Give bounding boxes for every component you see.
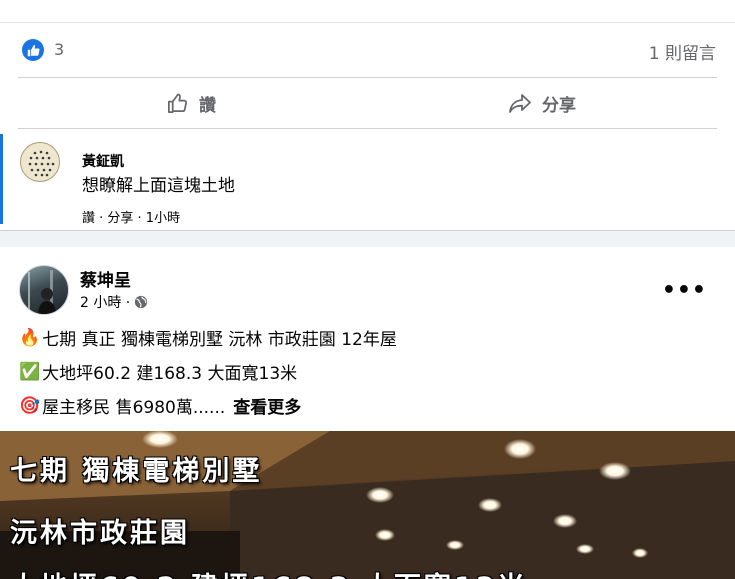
post-text-line: ✅ 大地坪60.2 建168.3 大面寬13米 xyxy=(19,359,298,385)
check-icon: ✅ xyxy=(19,361,41,382)
photo-overlay-text: 大地坪60.2 建坪168.3 大面寬13米 xyxy=(10,565,527,579)
comment-highlight-bar xyxy=(0,134,3,224)
see-more-link[interactable]: 查看更多 xyxy=(233,393,301,418)
share-icon xyxy=(509,94,531,113)
target-icon: 🎯 xyxy=(19,395,41,416)
poster-name[interactable]: 蔡坤呈 xyxy=(80,266,131,291)
post-text-line: 🎯 屋主移民 售6980萬...... 查看更多 xyxy=(19,393,301,419)
photo-overlay-text: 七期 獨棟電梯別墅 xyxy=(10,456,263,487)
divider xyxy=(18,77,717,78)
post-time-text: 2 小時 · xyxy=(80,295,131,311)
fire-icon: 🔥 xyxy=(19,327,41,348)
post-text-line: 🔥 七期 真正 獨棟電梯別墅 沅林 市政莊園 12年屋 xyxy=(19,325,397,351)
post-timestamp[interactable]: 2 小時 · xyxy=(80,292,148,312)
divider xyxy=(18,128,717,129)
share-button[interactable]: 分享 xyxy=(508,88,576,118)
globe-icon xyxy=(135,295,148,309)
thumbs-up-icon xyxy=(168,93,188,113)
photo-overlay-text: 沅林市政莊園 xyxy=(10,518,190,549)
post-line-text: 大地坪60.2 建168.3 大面寬13米 xyxy=(42,364,298,384)
like-button-label: 讚 xyxy=(199,95,216,116)
comment-count-link[interactable]: 1 則留言 xyxy=(649,39,716,64)
post-photo[interactable]: 七期 獨棟電梯別墅 沅林市政莊園 大地坪60.2 建坪168.3 大面寬13米 xyxy=(0,431,735,579)
more-options-button[interactable]: ••• xyxy=(662,278,707,303)
top-divider xyxy=(0,22,735,23)
post-card-1: 3 1 則留言 讚 分享 黃鉦凱 想瞭解上面這塊土地 讚 · 分享 · 1小時 xyxy=(0,0,735,231)
comment-text: 想瞭解上面這塊土地 xyxy=(82,176,235,196)
like-count[interactable]: 3 xyxy=(54,40,64,59)
share-button-label: 分享 xyxy=(542,95,576,116)
post-line-text: 屋主移民 售6980萬...... xyxy=(42,398,226,418)
like-button[interactable]: 讚 xyxy=(166,88,216,118)
poster-avatar[interactable] xyxy=(19,265,69,315)
commenter-name[interactable]: 黃鉦凱 xyxy=(82,151,124,171)
comment-meta-actions[interactable]: 讚 · 分享 · 1小時 xyxy=(82,207,180,226)
commenter-avatar[interactable] xyxy=(20,142,60,182)
like-reaction-icon[interactable] xyxy=(22,39,44,61)
post-line-text: 七期 真正 獨棟電梯別墅 沅林 市政莊園 12年屋 xyxy=(42,330,397,350)
